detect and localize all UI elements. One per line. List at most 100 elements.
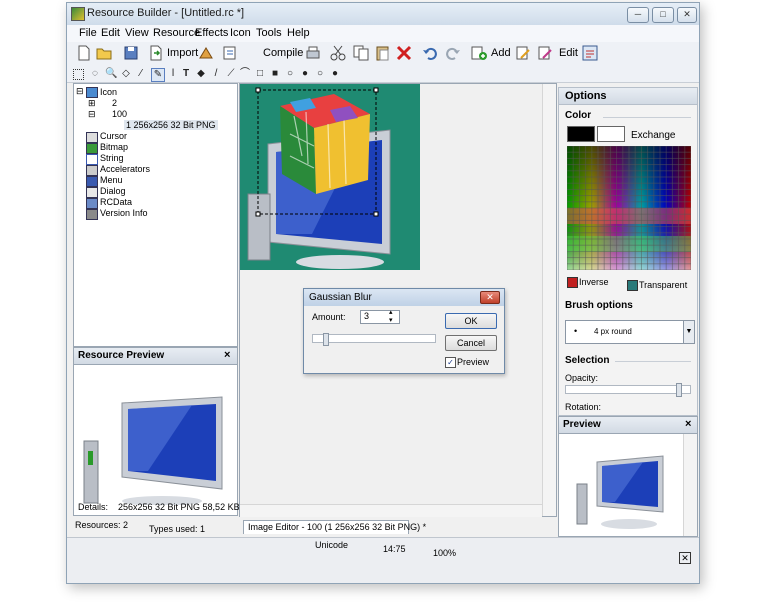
menu-effects[interactable]: Effects bbox=[195, 27, 228, 39]
ok-button[interactable]: OK bbox=[445, 313, 497, 329]
eyedropper-tool-icon[interactable]: ⁄ bbox=[135, 68, 147, 80]
undo-icon[interactable] bbox=[421, 44, 439, 62]
menu-edit[interactable]: Edit bbox=[101, 27, 120, 39]
tree-item-menu[interactable]: Menu bbox=[100, 175, 123, 185]
preview-checkbox[interactable]: ✓ bbox=[445, 357, 456, 368]
pencil-tool-icon[interactable]: ✎ bbox=[151, 68, 165, 82]
save-icon[interactable] bbox=[122, 44, 140, 62]
rename-icon[interactable] bbox=[514, 44, 532, 62]
compile-button[interactable]: Compile bbox=[263, 47, 303, 59]
inverse-swatch[interactable] bbox=[567, 277, 578, 288]
tree-item-icon[interactable]: Icon bbox=[100, 87, 117, 97]
redo-icon[interactable] bbox=[444, 44, 462, 62]
close-button[interactable]: ✕ bbox=[677, 7, 697, 23]
brush-dot-icon: • bbox=[574, 326, 578, 336]
ellipse-tool-icon[interactable]: ○ bbox=[314, 68, 326, 80]
minimize-button[interactable]: ─ bbox=[627, 7, 649, 23]
ellipse-select-tool-icon[interactable]: ◌ bbox=[89, 68, 101, 80]
tree-collapse-icon[interactable]: ⊟ bbox=[76, 86, 84, 97]
brush-options-title: Brush options bbox=[565, 300, 633, 311]
filled-rectangle-tool-icon[interactable]: ■ bbox=[269, 68, 281, 80]
cancel-button[interactable]: Cancel bbox=[445, 335, 497, 351]
tree-item-accelerators[interactable]: Accelerators bbox=[100, 164, 150, 174]
menu-help[interactable]: Help bbox=[287, 27, 310, 39]
slider-thumb[interactable] bbox=[323, 333, 329, 346]
tree-collapse-icon[interactable]: ⊟ bbox=[88, 109, 96, 120]
spinner-arrows-icon[interactable]: ▴ ▾ bbox=[389, 309, 393, 325]
open-folder-icon[interactable] bbox=[95, 44, 113, 62]
add-button[interactable]: Add bbox=[491, 47, 511, 59]
close-icon[interactable]: ✕ bbox=[679, 552, 691, 564]
compile-icon[interactable] bbox=[221, 44, 239, 62]
add-resource-icon[interactable] bbox=[470, 44, 488, 62]
copy-icon[interactable] bbox=[352, 44, 370, 62]
opacity-slider[interactable] bbox=[565, 383, 691, 397]
print-icon[interactable] bbox=[304, 44, 322, 62]
close-icon[interactable]: × bbox=[685, 418, 691, 430]
menu-file[interactable]: File bbox=[79, 27, 97, 39]
import-icon[interactable] bbox=[147, 44, 165, 62]
amount-slider[interactable] bbox=[312, 333, 436, 346]
dialog-close-button[interactable]: ✕ bbox=[480, 291, 500, 304]
delete-icon[interactable] bbox=[395, 44, 413, 62]
maximize-button[interactable]: □ bbox=[652, 7, 674, 23]
eraser-tool-icon[interactable]: ◇ bbox=[120, 68, 132, 80]
menu-icon[interactable]: Icon bbox=[230, 27, 251, 39]
divider bbox=[603, 117, 691, 118]
line-tool-icon[interactable]: / bbox=[210, 68, 222, 80]
status-resources: Resources: 2 bbox=[75, 520, 129, 530]
window-title: Resource Builder - [Untitled.rc *] bbox=[87, 7, 245, 19]
fill-tool-icon[interactable]: ◆ bbox=[195, 68, 207, 80]
options-header: Options bbox=[559, 88, 697, 105]
edit-icon[interactable] bbox=[536, 44, 554, 62]
menu-resource[interactable]: Resource bbox=[153, 27, 200, 39]
editor-vertical-scrollbar[interactable] bbox=[542, 84, 556, 516]
import-button[interactable]: Import bbox=[167, 47, 198, 59]
menu-view[interactable]: View bbox=[125, 27, 149, 39]
tree-expand-icon[interactable]: ⊞ bbox=[88, 98, 96, 109]
filled-rounded-rect-tool-icon[interactable]: ● bbox=[299, 68, 311, 80]
rectangle-tool-icon[interactable]: □ bbox=[254, 68, 266, 80]
cut-icon[interactable] bbox=[329, 44, 347, 62]
tree-item-cursor[interactable]: Cursor bbox=[100, 131, 127, 141]
brush-tool-icon[interactable]: ǀ bbox=[167, 68, 179, 80]
paste-icon[interactable] bbox=[374, 44, 392, 62]
chevron-down-icon[interactable]: ▼ bbox=[683, 320, 695, 344]
tab-image-editor[interactable]: Image Editor - 100 (1 256x256 32 Bit PNG… bbox=[243, 520, 426, 534]
text-tool-icon[interactable]: T bbox=[180, 68, 192, 80]
properties-icon[interactable] bbox=[581, 44, 599, 62]
tree-item-2[interactable]: 2 bbox=[112, 98, 117, 108]
selection-title: Selection bbox=[565, 355, 610, 366]
airbrush-tool-icon[interactable]: ⟋ bbox=[225, 68, 237, 80]
rect-select-tool-icon[interactable] bbox=[73, 69, 84, 80]
options-title: Options bbox=[565, 90, 607, 102]
transparent-swatch[interactable] bbox=[627, 280, 638, 291]
tree-item-100[interactable]: 100 bbox=[112, 109, 127, 119]
slider-thumb[interactable] bbox=[676, 383, 682, 397]
editor-horizontal-scrollbar[interactable] bbox=[240, 504, 542, 517]
curve-tool-icon[interactable]: ⌒ bbox=[239, 68, 251, 80]
tree-item-version-info[interactable]: Version Info bbox=[100, 208, 148, 218]
color-palette-grid[interactable] bbox=[567, 146, 691, 270]
primary-color-swatch[interactable] bbox=[567, 126, 595, 142]
amount-spinner[interactable]: 3 ▴ ▾ bbox=[360, 309, 400, 325]
preview-vertical-scrollbar[interactable] bbox=[683, 434, 697, 536]
close-icon[interactable]: × bbox=[224, 349, 230, 361]
editor-canvas-image[interactable] bbox=[240, 84, 420, 270]
exchange-label[interactable]: Exchange bbox=[631, 130, 675, 141]
tree-item-png[interactable]: 1 256x256 32 Bit PNG bbox=[124, 120, 218, 130]
menu-tools[interactable]: Tools bbox=[256, 27, 282, 39]
secondary-color-swatch[interactable] bbox=[597, 126, 625, 142]
export-icon[interactable] bbox=[197, 44, 215, 62]
new-file-icon[interactable] bbox=[75, 44, 93, 62]
edit-button[interactable]: Edit bbox=[559, 47, 578, 59]
filled-ellipse-tool-icon[interactable]: ● bbox=[329, 68, 341, 80]
tree-item-bitmap[interactable]: Bitmap bbox=[100, 142, 128, 152]
rounded-rect-tool-icon[interactable]: ○ bbox=[284, 68, 296, 80]
tree-item-dialog[interactable]: Dialog bbox=[100, 186, 126, 196]
zoom-tool-icon[interactable]: 🔍 bbox=[105, 68, 117, 80]
bitmap-icon bbox=[86, 143, 98, 154]
brush-select[interactable]: • 4 px round bbox=[565, 320, 685, 344]
tree-item-string[interactable]: String bbox=[100, 153, 124, 163]
tree-item-rcdata[interactable]: RCData bbox=[100, 197, 132, 207]
